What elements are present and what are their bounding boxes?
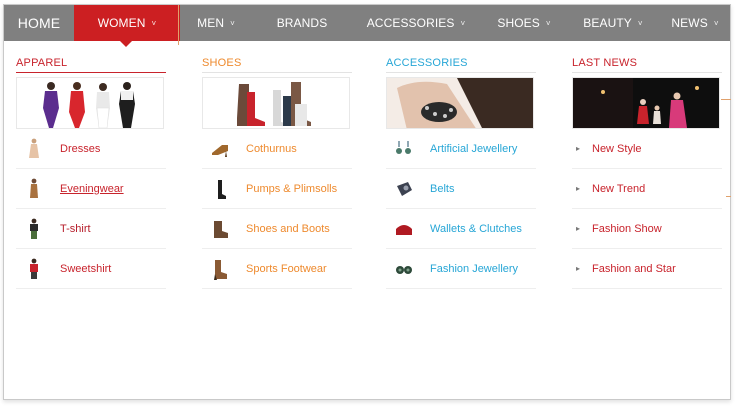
nav-shoes-label: SHOES — [497, 16, 540, 30]
accessories-banner-image[interactable] — [386, 77, 534, 129]
shoes-banner-image[interactable] — [202, 77, 350, 129]
nav-men-label: MEN — [197, 16, 225, 30]
earrings-icon — [392, 137, 416, 161]
artificial-jewellery-link[interactable]: Artificial Jewellery — [430, 143, 517, 155]
nav-women[interactable]: WOMEN ˅ — [74, 5, 180, 47]
list-item[interactable]: Fashion Jewellery — [386, 249, 536, 289]
nav-news-label: NEWS — [671, 16, 708, 30]
tshirt-icon — [22, 217, 46, 241]
nav-home[interactable]: HOME — [4, 5, 74, 41]
chevron-down-icon: ˅ — [713, 18, 719, 28]
shoes-title[interactable]: SHOES — [202, 57, 352, 73]
nav-brands-label: BRANDS — [276, 16, 328, 30]
list-item[interactable]: Shoes and Boots — [202, 209, 352, 249]
nav-news[interactable]: NEWS ˅ — [658, 5, 730, 41]
sports-footwear-link[interactable]: Sports Footwear — [246, 263, 327, 275]
guide-line — [178, 5, 179, 45]
active-pointer — [120, 41, 132, 47]
fashion-jewellery-link[interactable]: Fashion Jewellery — [430, 263, 518, 275]
nav-beauty-label: BEAUTY — [583, 16, 632, 30]
nav-shoes[interactable]: SHOES ˅ — [480, 5, 568, 41]
models-image — [17, 78, 163, 128]
shoes-boots-link[interactable]: Shoes and Boots — [246, 223, 330, 235]
arrow-right-icon: ▸ — [576, 144, 581, 153]
sweatshirt-icon — [22, 257, 46, 281]
apparel-title[interactable]: APPAREL — [16, 57, 166, 73]
arrow-right-icon: ▸ — [576, 224, 581, 233]
boot-icon — [208, 217, 232, 241]
tshirt-link[interactable]: T-shirt — [60, 223, 91, 235]
news-column: LAST NEWS ▸ New Style ▸ New Trend ▸ Fash… — [572, 57, 722, 289]
belts-link[interactable]: Belts — [430, 183, 454, 195]
dresses-link[interactable]: Dresses — [60, 143, 100, 155]
chevron-down-icon: ˅ — [151, 18, 157, 28]
new-style-link[interactable]: New Style — [592, 143, 642, 155]
dress-icon — [22, 137, 46, 161]
accessories-column: ACCESSORIES Artificial Jewellery Belts W… — [386, 57, 536, 289]
fashion-show-image — [573, 78, 719, 128]
list-item[interactable]: Cothurnus — [202, 129, 352, 169]
list-item[interactable]: ▸ New Trend — [572, 169, 722, 209]
new-trend-link[interactable]: New Trend — [592, 183, 645, 195]
chevron-down-icon: ˅ — [460, 18, 466, 28]
apparel-column: APPAREL Dresses Eveningwear T-shirt Swee… — [16, 57, 166, 289]
list-item[interactable]: Artificial Jewellery — [386, 129, 536, 169]
chevron-down-icon: ˅ — [637, 18, 643, 28]
belt-icon — [392, 177, 416, 201]
guide-mark — [721, 99, 731, 100]
nav-beauty[interactable]: BEAUTY ˅ — [568, 5, 658, 41]
fashion-and-star-link[interactable]: Fashion and Star — [592, 263, 676, 275]
mega-menu-dropdown: APPAREL Dresses Eveningwear T-shirt Swee… — [4, 41, 730, 399]
nav-women-label: WOMEN — [97, 16, 146, 30]
eveningwear-link[interactable]: Eveningwear — [60, 183, 124, 195]
list-item[interactable]: Sweetshirt — [16, 249, 166, 289]
list-item[interactable]: Dresses — [16, 129, 166, 169]
list-item[interactable]: ▸ Fashion and Star — [572, 249, 722, 289]
sandal-icon — [208, 137, 232, 161]
list-item[interactable]: Wallets & Clutches — [386, 209, 536, 249]
sweetshirt-link[interactable]: Sweetshirt — [60, 263, 111, 275]
clutch-icon — [392, 217, 416, 241]
nav-brands[interactable]: BRANDS — [252, 5, 352, 41]
list-item[interactable]: Sports Footwear — [202, 249, 352, 289]
chevron-down-icon: ˅ — [545, 18, 551, 28]
pumps-plimsolls-link[interactable]: Pumps & Plimsolls — [246, 183, 337, 195]
necklace-model-image — [387, 78, 533, 128]
guide-mark — [726, 196, 731, 197]
list-item[interactable]: Pumps & Plimsolls — [202, 169, 352, 209]
fashion-show-link[interactable]: Fashion Show — [592, 223, 662, 235]
list-item[interactable]: ▸ New Style — [572, 129, 722, 169]
news-banner-image[interactable] — [572, 77, 720, 129]
list-item[interactable]: ▸ Fashion Show — [572, 209, 722, 249]
nav-men[interactable]: MEN ˅ — [180, 5, 252, 41]
nav-accessories[interactable]: ACCESSORIES ˅ — [352, 5, 480, 41]
news-title[interactable]: LAST NEWS — [572, 57, 722, 73]
shoes-column: SHOES Cothurnus Pumps & Plimsolls Shoes … — [202, 57, 352, 289]
cothurnus-link[interactable]: Cothurnus — [246, 143, 297, 155]
wallets-clutches-link[interactable]: Wallets & Clutches — [430, 223, 522, 235]
nav-home-label: HOME — [17, 15, 61, 31]
mega-menu-frame: HOME WOMEN ˅ MEN ˅ BRANDS ACCESSORIES ˅ … — [3, 4, 731, 400]
arrow-right-icon: ▸ — [576, 184, 581, 193]
boots-image — [203, 78, 349, 128]
chevron-down-icon: ˅ — [230, 18, 235, 28]
jewellery-icon — [392, 257, 416, 281]
accessories-title[interactable]: ACCESSORIES — [386, 57, 536, 73]
evening-dress-icon — [22, 177, 46, 201]
sport-shoe-icon — [208, 257, 232, 281]
list-item[interactable]: Belts — [386, 169, 536, 209]
pump-icon — [208, 177, 232, 201]
arrow-right-icon: ▸ — [576, 264, 581, 273]
list-item[interactable]: T-shirt — [16, 209, 166, 249]
apparel-banner-image[interactable] — [16, 77, 164, 129]
list-item[interactable]: Eveningwear — [16, 169, 166, 209]
nav-accessories-label: ACCESSORIES — [366, 16, 455, 30]
main-nav-bar: HOME WOMEN ˅ MEN ˅ BRANDS ACCESSORIES ˅ … — [4, 5, 730, 47]
